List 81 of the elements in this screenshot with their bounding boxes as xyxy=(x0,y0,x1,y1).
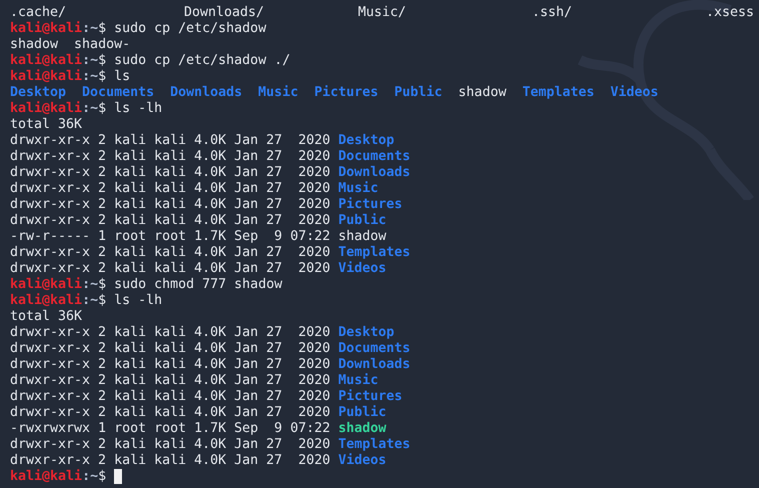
file-details: drwxr-xr-x 2 kali kali 4.0K Jan 27 2020 xyxy=(10,165,330,181)
file-details: drwxr-xr-x 2 kali kali 4.0K Jan 27 2020 xyxy=(10,245,330,261)
directory-name: Documents xyxy=(82,85,154,101)
directory-name: Videos xyxy=(338,261,386,277)
command-text: sudo cp /etc/shadow ./ xyxy=(114,53,290,69)
prompt-user: kali@kali xyxy=(10,469,82,485)
prompt-symbol: $ xyxy=(98,21,106,37)
directory-name: Public xyxy=(338,405,386,421)
file-details: drwxr-xr-x 2 kali kali 4.0K Jan 27 2020 xyxy=(10,133,330,149)
file-name: shadow xyxy=(10,37,58,53)
directory-name: Public xyxy=(394,85,442,101)
file-details: drwxr-xr-x 2 kali kali 4.0K Jan 27 2020 xyxy=(10,389,330,405)
prompt-path: :~ xyxy=(82,101,98,117)
file-name: .xsess xyxy=(706,5,756,21)
prompt-path: :~ xyxy=(82,277,98,293)
prompt-symbol: $ xyxy=(98,469,106,485)
file-details: -rw-r----- 1 root root 1.7K Sep 9 07:22 xyxy=(10,229,330,245)
file-details: drwxr-xr-x 2 kali kali 4.0K Jan 27 2020 xyxy=(10,149,330,165)
prompt-symbol: $ xyxy=(98,277,106,293)
prompt-symbol: $ xyxy=(98,293,106,309)
file-details: drwxr-xr-x 2 kali kali 4.0K Jan 27 2020 xyxy=(10,341,330,357)
directory-name: Documents xyxy=(338,149,410,165)
file-details: drwxr-xr-x 2 kali kali 4.0K Jan 27 2020 xyxy=(10,405,330,421)
file-name: .cache/ xyxy=(10,5,68,21)
file-name: Downloads/ xyxy=(184,5,266,21)
executable-name: shadow xyxy=(338,421,386,437)
file-name: shadow xyxy=(458,85,506,101)
directory-name: Pictures xyxy=(338,389,402,405)
directory-name: Music xyxy=(258,85,298,101)
prompt-path: :~ xyxy=(82,293,98,309)
prompt-path: :~ xyxy=(82,69,98,85)
directory-name: Downloads xyxy=(338,357,410,373)
file-details: drwxr-xr-x 2 kali kali 4.0K Jan 27 2020 xyxy=(10,437,330,453)
prompt-user: kali@kali xyxy=(10,101,82,117)
prompt-user: kali@kali xyxy=(10,277,82,293)
file-name: shadow xyxy=(338,229,386,245)
directory-name: Pictures xyxy=(314,85,378,101)
directory-name: Templates xyxy=(338,437,410,453)
file-details: drwxr-xr-x 2 kali kali 4.0K Jan 27 2020 xyxy=(10,357,330,373)
file-name: shadow- xyxy=(74,37,130,53)
directory-name: Videos xyxy=(338,453,386,469)
directory-name: Music xyxy=(338,373,378,389)
prompt-user: kali@kali xyxy=(10,53,82,69)
command-text: ls xyxy=(114,69,130,85)
directory-name: Documents xyxy=(338,341,410,357)
file-details: drwxr-xr-x 2 kali kali 4.0K Jan 27 2020 xyxy=(10,325,330,341)
file-details: drwxr-xr-x 2 kali kali 4.0K Jan 27 2020 xyxy=(10,261,330,277)
command-text: sudo cp /etc/shadow xyxy=(114,21,266,37)
prompt-path: :~ xyxy=(82,469,98,485)
directory-name: Public xyxy=(338,213,386,229)
prompt-symbol: $ xyxy=(98,69,106,85)
file-details: drwxr-xr-x 2 kali kali 4.0K Jan 27 2020 xyxy=(10,181,330,197)
directory-name: Desktop xyxy=(338,325,394,341)
directory-name: Downloads xyxy=(170,85,242,101)
prompt-symbol: $ xyxy=(98,53,106,69)
directory-name: Desktop xyxy=(338,133,394,149)
command-text: sudo chmod 777 shadow xyxy=(114,277,282,293)
prompt-symbol: $ xyxy=(98,101,106,117)
file-details: drwxr-xr-x 2 kali kali 4.0K Jan 27 2020 xyxy=(10,373,330,389)
prompt-user: kali@kali xyxy=(10,21,82,37)
output-text: total 36K xyxy=(10,309,82,325)
prompt-path: :~ xyxy=(82,21,98,37)
output-text: total 36K xyxy=(10,117,82,133)
file-details: drwxr-xr-x 2 kali kali 4.0K Jan 27 2020 xyxy=(10,213,330,229)
prompt-user: kali@kali xyxy=(10,69,82,85)
command-text: ls -lh xyxy=(114,293,162,309)
prompt-path: :~ xyxy=(82,53,98,69)
directory-name: Desktop xyxy=(10,85,66,101)
directory-name: Templates xyxy=(338,245,410,261)
command-text: ls -lh xyxy=(114,101,162,117)
directory-name: Downloads xyxy=(338,165,410,181)
prompt-user: kali@kali xyxy=(10,293,82,309)
file-details: -rwxrwxrwx 1 root root 1.7K Sep 9 07:22 xyxy=(10,421,330,437)
file-details: drwxr-xr-x 2 kali kali 4.0K Jan 27 2020 xyxy=(10,453,330,469)
file-details: drwxr-xr-x 2 kali kali 4.0K Jan 27 2020 xyxy=(10,197,330,213)
file-name: .ssh/ xyxy=(532,5,574,21)
directory-name: Music xyxy=(338,181,378,197)
directory-name: Templates xyxy=(522,85,594,101)
directory-name: Pictures xyxy=(338,197,402,213)
directory-name: Videos xyxy=(610,85,658,101)
file-name: Music/ xyxy=(358,5,408,21)
